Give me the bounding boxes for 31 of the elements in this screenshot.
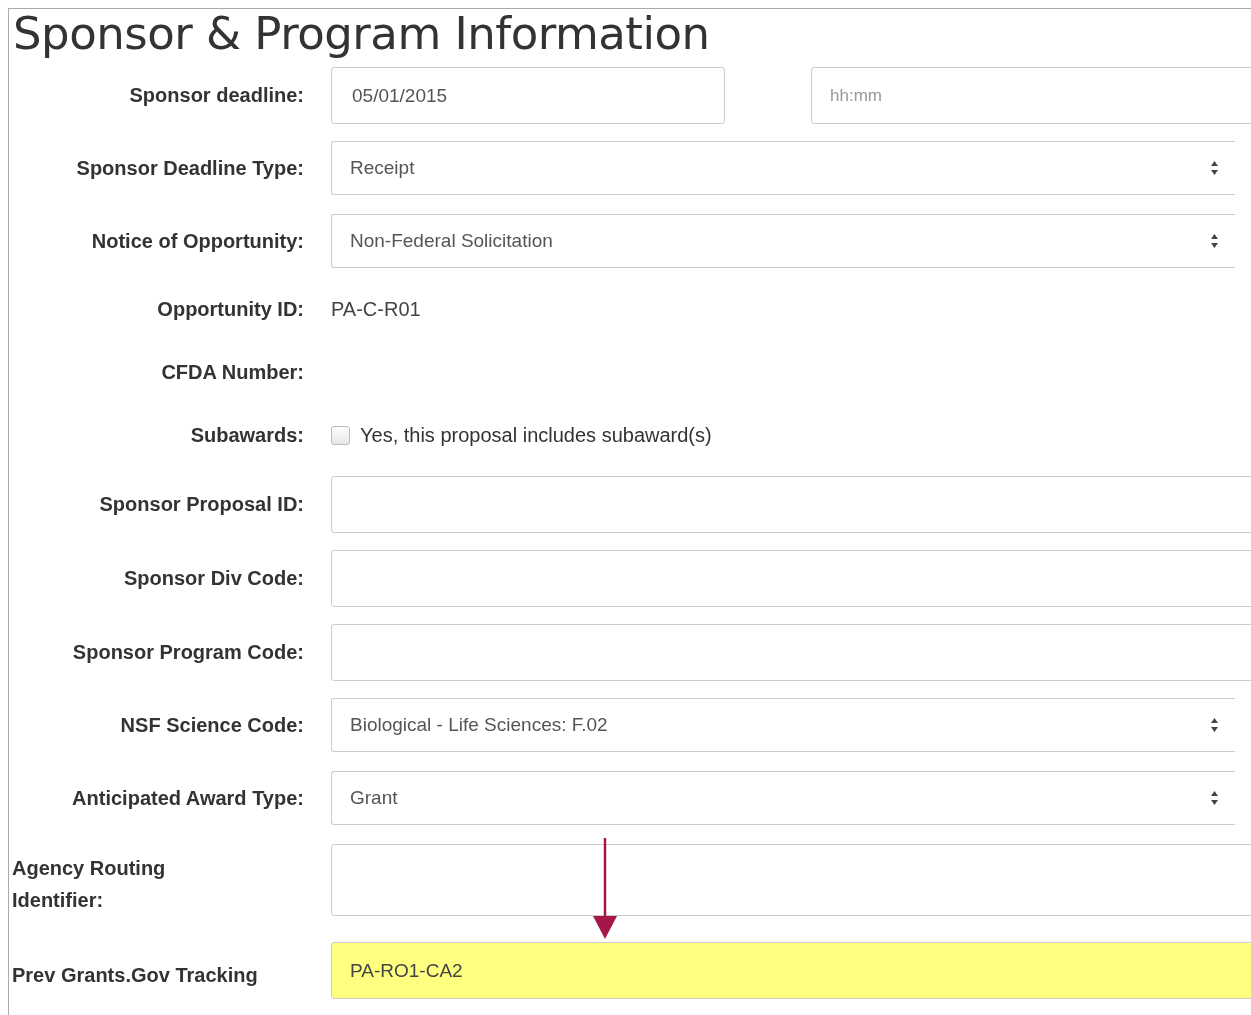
select-field[interactable]: Non-Federal Solicitation: [331, 214, 1235, 268]
field-label: Notice of Opportunity:: [90, 229, 304, 253]
field-label: Opportunity ID:: [156, 297, 304, 321]
checkbox[interactable]: [331, 425, 350, 445]
text-field[interactable]: [331, 624, 1251, 681]
select-field[interactable]: Grant: [331, 771, 1235, 825]
text-field[interactable]: [331, 476, 1251, 533]
field-label: Sponsor Div Code:: [123, 567, 304, 590]
dropdown-arrows-icon: [1210, 717, 1219, 733]
dropdown-arrows-icon: [1210, 790, 1219, 806]
dropdown-arrows-icon: [1210, 160, 1219, 176]
field-label: NSF Science Code:: [119, 713, 304, 737]
field-label: Sponsor Proposal ID:: [98, 493, 304, 516]
field-label: Sponsor Program Code:: [71, 641, 304, 664]
field-label: Prev Grants.Gov Tracking: [11, 962, 259, 988]
field-label: Sponsor deadline:: [128, 84, 304, 107]
dropdown-arrows-icon: [1210, 233, 1219, 249]
field-label: Subawards:: [189, 423, 304, 447]
field-label: Agency Routing Identifier:: [11, 856, 167, 913]
select-field[interactable]: Biological - Life Sciences: F.02: [331, 698, 1235, 752]
field-label: CFDA Number:: [160, 360, 304, 384]
text-field[interactable]: PA-RO1-CA2: [331, 942, 1251, 999]
select-field[interactable]: Receipt: [331, 141, 1235, 195]
text-field[interactable]: [331, 844, 1251, 916]
checkbox-label[interactable]: Yes, this proposal includes subaward(s): [360, 423, 712, 447]
field-label: Anticipated Award Type:: [71, 786, 304, 810]
text-field[interactable]: [331, 550, 1251, 607]
field-value: PA-C-R01: [331, 297, 422, 321]
date-field[interactable]: 05/01/2015: [331, 67, 725, 124]
section-title: Sponsor & Program Information: [12, 9, 711, 59]
field-label: Sponsor Deadline Type:: [75, 156, 304, 180]
